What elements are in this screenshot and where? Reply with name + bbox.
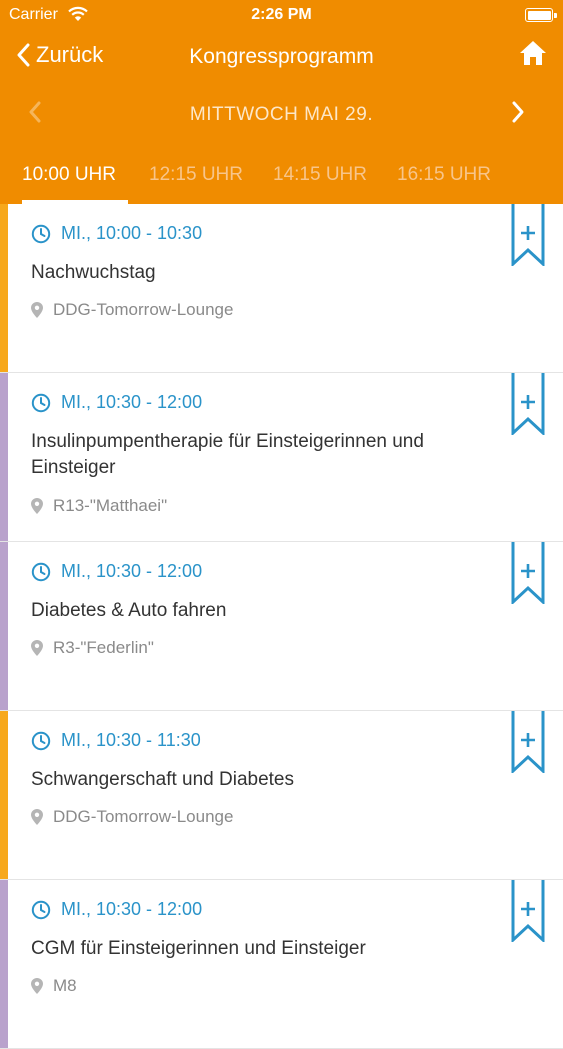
session-time-text: MI., 10:30 - 12:00 bbox=[61, 561, 203, 581]
day-selector: MITTWOCH MAI 29. bbox=[0, 96, 563, 136]
session-accent-bar bbox=[0, 373, 8, 541]
session-location: DDG-Tomorrow-Lounge bbox=[31, 807, 233, 827]
session-location: R13-"Matthaei" bbox=[31, 496, 167, 516]
session-accent-bar bbox=[0, 880, 8, 1048]
session-location-text: DDG-Tomorrow-Lounge bbox=[53, 300, 234, 319]
session-time: MI., 10:30 - 12:00 bbox=[31, 561, 202, 582]
battery-icon bbox=[525, 8, 553, 22]
session-item[interactable]: MI., 10:30 - 12:00 Diabetes & Auto fahre… bbox=[0, 542, 563, 711]
session-location-text: R13-"Matthaei" bbox=[53, 496, 168, 515]
tab-12-15[interactable]: 12:15 UHR bbox=[149, 164, 243, 186]
app-header: Carrier 2:26 PM Zurück Kongressprogramm bbox=[0, 0, 563, 204]
home-icon bbox=[520, 41, 546, 65]
tab-10-00[interactable]: 10:00 UHR bbox=[22, 164, 116, 186]
session-title: Nachwuchstag bbox=[31, 262, 156, 283]
bookmark-add-button[interactable] bbox=[511, 880, 545, 947]
bookmark-add-button[interactable] bbox=[511, 711, 545, 778]
clock-icon bbox=[31, 393, 51, 412]
clock-icon bbox=[31, 731, 51, 750]
bookmark-plus-icon bbox=[511, 711, 545, 775]
session-location-text: DDG-Tomorrow-Lounge bbox=[53, 807, 234, 826]
location-pin-icon bbox=[31, 978, 43, 994]
bookmark-plus-icon bbox=[511, 880, 545, 944]
session-title: Insulinpumpentherapie für Einsteigerinne… bbox=[31, 431, 424, 478]
location-pin-icon bbox=[31, 302, 43, 318]
bookmark-plus-icon bbox=[511, 542, 545, 606]
session-time: MI., 10:00 - 10:30 bbox=[31, 223, 202, 244]
session-location: M8 bbox=[31, 976, 77, 996]
session-time-text: MI., 10:30 - 11:30 bbox=[61, 730, 201, 750]
session-location-text: M8 bbox=[53, 976, 77, 995]
location-pin-icon bbox=[31, 498, 43, 514]
session-title: Diabetes & Auto fahren bbox=[31, 600, 227, 621]
location-pin-icon bbox=[31, 640, 43, 656]
session-list: MI., 10:00 - 10:30 Nachwuchstag DDG-Tomo… bbox=[0, 204, 563, 1049]
session-item[interactable]: MI., 10:30 - 12:00 Insulinpumpentherapie… bbox=[0, 373, 563, 542]
session-title: CGM für Einsteigerinnen und Einsteiger bbox=[31, 938, 366, 959]
navigation-bar: Zurück Kongressprogramm bbox=[0, 34, 563, 80]
session-time-text: MI., 10:30 - 12:00 bbox=[61, 899, 203, 919]
tab-16-15[interactable]: 16:15 UHR bbox=[397, 164, 491, 186]
session-time: MI., 10:30 - 11:30 bbox=[31, 730, 201, 751]
status-bar: Carrier 2:26 PM bbox=[0, 0, 563, 30]
location-pin-icon bbox=[31, 809, 43, 825]
session-accent-bar bbox=[0, 542, 8, 710]
battery-tip bbox=[554, 13, 557, 18]
home-button[interactable] bbox=[519, 40, 547, 71]
bookmark-add-button[interactable] bbox=[511, 373, 545, 440]
next-day-button[interactable] bbox=[511, 100, 525, 129]
session-accent-bar bbox=[0, 711, 8, 879]
session-time: MI., 10:30 - 12:00 bbox=[31, 899, 202, 920]
bookmark-plus-icon bbox=[511, 373, 545, 437]
time-tabs: 10:00 UHR 12:15 UHR 14:15 UHR 16:15 UHR bbox=[0, 160, 563, 204]
bookmark-add-button[interactable] bbox=[511, 204, 545, 271]
session-item[interactable]: MI., 10:30 - 12:00 CGM für Einsteigerinn… bbox=[0, 880, 563, 1049]
chevron-right-icon bbox=[512, 101, 524, 123]
session-title: Schwangerschaft und Diabetes bbox=[31, 769, 294, 790]
bookmark-plus-icon bbox=[511, 204, 545, 268]
clock-icon bbox=[31, 562, 51, 581]
session-location-text: R3-"Federlin" bbox=[53, 638, 154, 657]
session-accent-bar bbox=[0, 204, 8, 372]
clock-icon bbox=[31, 900, 51, 919]
page-title: Kongressprogramm bbox=[189, 45, 374, 68]
session-location: DDG-Tomorrow-Lounge bbox=[31, 300, 233, 320]
day-label: MITTWOCH MAI 29. bbox=[189, 104, 374, 125]
session-item[interactable]: MI., 10:30 - 11:30 Schwangerschaft und D… bbox=[0, 711, 563, 880]
bookmark-add-button[interactable] bbox=[511, 542, 545, 609]
status-time: 2:26 PM bbox=[251, 6, 312, 23]
clock-icon bbox=[31, 224, 51, 243]
session-time-text: MI., 10:00 - 10:30 bbox=[61, 223, 203, 243]
tab-14-15[interactable]: 14:15 UHR bbox=[273, 164, 367, 186]
session-time: MI., 10:30 - 12:00 bbox=[31, 392, 202, 413]
session-item[interactable]: MI., 10:00 - 10:30 Nachwuchstag DDG-Tomo… bbox=[0, 204, 563, 373]
session-time-text: MI., 10:30 - 12:00 bbox=[61, 392, 203, 412]
session-location: R3-"Federlin" bbox=[31, 638, 154, 658]
